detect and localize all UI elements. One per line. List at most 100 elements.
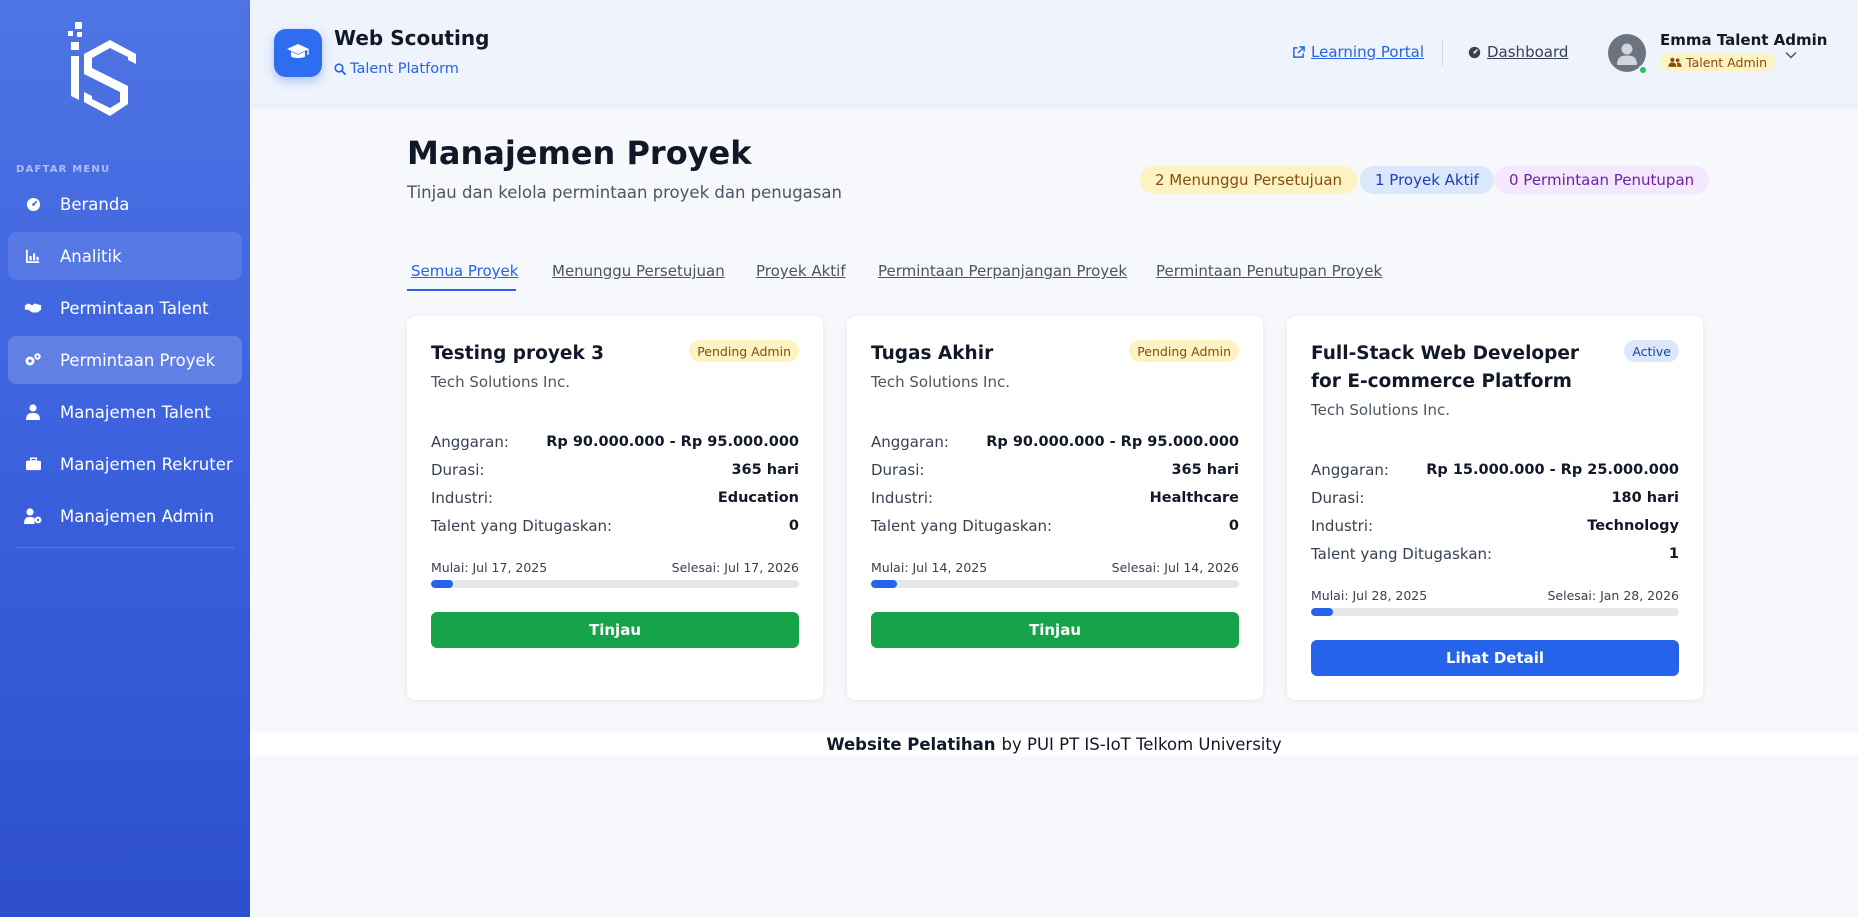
learning-portal-link[interactable]: Learning Portal xyxy=(1292,43,1424,61)
page-title: Manajemen Proyek xyxy=(407,134,752,172)
app-logo[interactable] xyxy=(64,22,144,120)
brand-title: Web Scouting xyxy=(334,26,490,50)
detail-row-industry: Industri: Technology xyxy=(1311,512,1679,540)
detail-value: Rp 15.000.000 - Rp 25.000.000 xyxy=(1426,462,1679,478)
detail-value: Education xyxy=(717,490,799,506)
user-role-badge: Talent Admin xyxy=(1660,53,1776,71)
sidebar-item-label: Permintaan Proyek xyxy=(60,350,216,370)
sidebar-item-permintaan-talent[interactable]: Permintaan Talent xyxy=(8,284,242,332)
start-date: Mulai: Jul 17, 2025 xyxy=(431,560,548,575)
end-date: Selesai: Jan 28, 2026 xyxy=(1547,588,1679,603)
sidebar-item-label: Analitik xyxy=(60,246,122,266)
detail-label: Anggaran: xyxy=(431,433,509,451)
users-icon xyxy=(1668,57,1682,67)
tab-proyek-aktif[interactable]: Proyek Aktif xyxy=(756,262,846,280)
external-link-icon xyxy=(1293,45,1305,58)
dashboard-link[interactable]: Dashboard xyxy=(1468,43,1568,61)
detail-value: 0 xyxy=(1228,518,1239,534)
brand-subtitle-text: Talent Platform xyxy=(350,61,459,77)
detail-label: Anggaran: xyxy=(871,433,949,451)
detail-row-budget: Anggaran: Rp 15.000.000 - Rp 25.000.000 xyxy=(1311,456,1679,484)
status-badge: Pending Admin xyxy=(689,340,799,362)
tinjau-button[interactable]: Tinjau xyxy=(871,612,1239,648)
lihat-detail-button[interactable]: Lihat Detail xyxy=(1311,640,1679,676)
sidebar-item-label: Beranda xyxy=(60,194,130,214)
sidebar-item-label: Manajemen Admin xyxy=(60,506,215,526)
menu-divider xyxy=(16,547,234,548)
user-cog-icon xyxy=(24,507,42,525)
start-date: Mulai: Jul 28, 2025 xyxy=(1311,588,1428,603)
detail-row-talent: Talent yang Ditugaskan: 1 xyxy=(1311,540,1679,568)
project-details: Anggaran: Rp 90.000.000 - Rp 95.000.000 D… xyxy=(431,428,799,540)
status-pill-active: 1 Proyek Aktif xyxy=(1360,166,1494,194)
user-role-label: Talent Admin xyxy=(1686,54,1768,70)
detail-label: Durasi: xyxy=(871,461,925,479)
graduation-cap-icon xyxy=(274,29,322,77)
page-subtitle: Tinjau dan kelola permintaan proyek dan … xyxy=(407,183,842,202)
company-name: Tech Solutions Inc. xyxy=(871,373,1010,391)
chevron-down-icon[interactable] xyxy=(1785,44,1797,63)
user-icon xyxy=(1617,43,1637,65)
tab-permintaan-penutupan[interactable]: Permintaan Penutupan Proyek xyxy=(1156,262,1382,280)
tab-menunggu-persetujuan[interactable]: Menunggu Persetujuan xyxy=(552,262,725,280)
project-dates: Mulai: Jul 14, 2025 Selesai: Jul 14, 202… xyxy=(871,560,1239,575)
detail-value: 180 hari xyxy=(1611,490,1679,506)
footer-site-name: Website Pelatihan xyxy=(826,734,996,754)
gauge-icon xyxy=(24,195,42,213)
sidebar-item-label: Manajemen Talent xyxy=(60,402,211,422)
end-date: Selesai: Jul 14, 2026 xyxy=(1111,560,1239,575)
sidebar-item-analitik[interactable]: Analitik xyxy=(8,232,242,280)
project-card: Full-Stack Web Developer for E-commerce … xyxy=(1287,316,1703,700)
status-badge: Active xyxy=(1624,340,1679,362)
detail-value: Rp 90.000.000 - Rp 95.000.000 xyxy=(986,434,1239,450)
brand-subtitle: Talent Platform xyxy=(334,61,459,77)
user-tie-icon xyxy=(24,403,42,421)
search-icon xyxy=(334,63,346,75)
status-pill-closing: 0 Permintaan Penutupan xyxy=(1494,166,1710,194)
tab-semua-proyek[interactable]: Semua Proyek xyxy=(411,262,518,280)
sidebar-item-manajemen-admin[interactable]: Manajemen Admin xyxy=(8,492,242,540)
detail-label: Anggaran: xyxy=(1311,461,1389,479)
detail-row-industry: Industri: Healthcare xyxy=(871,484,1239,512)
online-status-dot xyxy=(1638,65,1648,75)
project-dates: Mulai: Jul 17, 2025 Selesai: Jul 17, 202… xyxy=(431,560,799,575)
progress-bar xyxy=(871,580,1239,588)
sidebar-item-manajemen-talent[interactable]: Manajemen Talent xyxy=(8,388,242,436)
detail-row-industry: Industri: Education xyxy=(431,484,799,512)
project-dates: Mulai: Jul 28, 2025 Selesai: Jan 28, 202… xyxy=(1311,588,1679,603)
tab-permintaan-perpanjangan[interactable]: Permintaan Perpanjangan Proyek xyxy=(878,262,1127,280)
sidebar: DAFTAR MENU Beranda Analitik Permintaan … xyxy=(0,0,250,917)
detail-label: Durasi: xyxy=(431,461,485,479)
sidebar-item-label: Permintaan Talent xyxy=(60,298,209,318)
tinjau-button[interactable]: Tinjau xyxy=(431,612,799,648)
progress-fill xyxy=(431,580,454,588)
company-name: Tech Solutions Inc. xyxy=(431,373,570,391)
sidebar-menu: Beranda Analitik Permintaan Talent Permi… xyxy=(8,180,242,544)
detail-label: Industri: xyxy=(871,489,934,507)
status-pill-pending: 2 Menunggu Persetujuan xyxy=(1140,166,1358,194)
project-card: Tugas Akhir Pending Admin Tech Solutions… xyxy=(847,316,1263,700)
active-tab-indicator xyxy=(407,289,516,291)
gauge-icon xyxy=(1468,46,1481,58)
end-date: Selesai: Jul 17, 2026 xyxy=(671,560,799,575)
menu-title: DAFTAR MENU xyxy=(16,164,111,175)
progress-fill xyxy=(1311,608,1334,616)
sidebar-item-permintaan-proyek[interactable]: Permintaan Proyek xyxy=(8,336,242,384)
handshake-icon xyxy=(24,299,42,317)
detail-row-budget: Anggaran: Rp 90.000.000 - Rp 95.000.000 xyxy=(431,428,799,456)
start-date: Mulai: Jul 14, 2025 xyxy=(871,560,988,575)
sidebar-item-manajemen-rekruter[interactable]: Manajemen Rekruter xyxy=(8,440,242,488)
detail-row-budget: Anggaran: Rp 90.000.000 - Rp 95.000.000 xyxy=(871,428,1239,456)
detail-label: Durasi: xyxy=(1311,489,1365,507)
detail-value: Rp 90.000.000 - Rp 95.000.000 xyxy=(546,434,799,450)
page-background xyxy=(250,756,1858,917)
project-details: Anggaran: Rp 15.000.000 - Rp 25.000.000 D… xyxy=(1311,456,1679,568)
sidebar-item-label: Manajemen Rekruter xyxy=(60,454,233,474)
company-name: Tech Solutions Inc. xyxy=(1311,401,1450,419)
detail-value: 365 hari xyxy=(731,462,799,478)
detail-value: Healthcare xyxy=(1149,490,1239,506)
sidebar-item-beranda[interactable]: Beranda xyxy=(8,180,242,228)
project-title: Full-Stack Web Developer for E-commerce … xyxy=(1311,343,1580,392)
chart-icon xyxy=(24,247,42,265)
project-title: Tugas Akhir xyxy=(871,343,994,364)
